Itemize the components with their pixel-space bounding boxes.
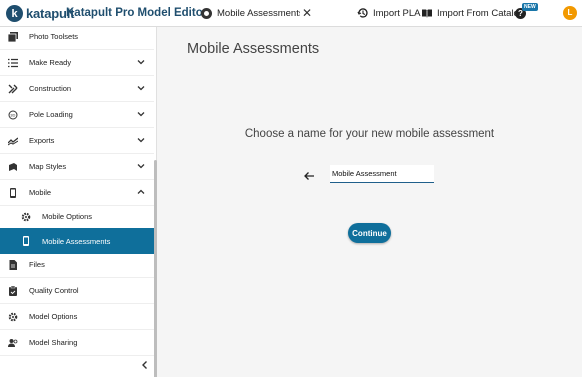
tools-icon (8, 84, 18, 94)
sidebar-item-label: Map Styles (29, 162, 67, 171)
import-icon (357, 7, 369, 19)
katapult-logo-icon: k (6, 5, 23, 22)
sidebar-item-label: Make Ready (29, 58, 72, 67)
continue-button[interactable]: Continue (348, 223, 391, 243)
assessment-name-input[interactable] (330, 165, 434, 183)
sidebar-item-photo-toolsets[interactable]: Photo Toolsets (0, 24, 154, 50)
sidebar-item-label: Construction (29, 84, 72, 93)
name-prompt: Choose a name for your new mobile assess… (244, 128, 495, 140)
gear-icon (21, 212, 31, 222)
page-title: Mobile Assessments (187, 41, 320, 57)
sidebar-item-label: Mobile Assessments (42, 236, 111, 246)
sidebar-item-make-ready[interactable]: Make Ready (0, 50, 154, 76)
sidebar: Photo Toolsets Make Ready Construction 3… (0, 27, 157, 377)
chevron-down-icon[interactable] (136, 57, 146, 67)
sidebar-item-label: Quality Control (29, 286, 79, 295)
document-tab[interactable]: Mobile Assessments Do ✕ (201, 3, 312, 23)
chevron-down-icon[interactable] (136, 135, 146, 145)
sidebar-item-mobile-options[interactable]: Mobile Options (0, 204, 154, 230)
chevron-down-icon[interactable] (136, 161, 146, 171)
import-from-catalog-button[interactable]: Import From Catalog (421, 7, 524, 19)
chevron-up-icon[interactable] (136, 187, 146, 197)
phone-icon (8, 188, 18, 198)
file-icon (8, 260, 18, 270)
sidebar-item-mobile[interactable]: Mobile (0, 180, 154, 206)
top-bar: k katapult Katapult Pro Model Editor Mob… (0, 0, 582, 27)
sidebar-item-construction[interactable]: Construction (0, 76, 154, 102)
back-arrow-icon[interactable] (303, 170, 315, 182)
sidebar-item-map-styles[interactable]: Map Styles (0, 154, 154, 180)
new-badge: NEW (522, 3, 538, 11)
chevron-down-icon[interactable] (136, 83, 146, 93)
main-content: Mobile Assessments Choose a name for you… (157, 27, 582, 377)
sidebar-item-exports[interactable]: Exports (0, 128, 154, 154)
clipboard-icon (8, 286, 18, 296)
chevron-down-icon[interactable] (136, 109, 146, 119)
trending-icon (8, 136, 18, 146)
collapse-sidebar-icon[interactable] (139, 359, 151, 371)
app-title: Katapult Pro Model Editor (66, 7, 208, 19)
document-name: Mobile Assessments Do (217, 7, 300, 19)
layers-icon (8, 162, 18, 172)
sidebar-item-label: Mobile Options (42, 212, 93, 221)
sidebar-item-files[interactable]: Files (0, 252, 154, 278)
sidebar-item-label: Files (29, 260, 45, 269)
katapult-logo[interactable]: k katapult (6, 5, 74, 22)
gear-icon (8, 312, 18, 322)
list-icon (8, 58, 18, 68)
import-pla-label: Import PLA (373, 7, 421, 19)
sidebar-item-pole-loading[interactable]: 3D Pole Loading (0, 102, 154, 128)
sidebar-item-label: Model Sharing (29, 338, 78, 347)
close-icon[interactable]: ✕ (302, 7, 312, 19)
phone-icon (21, 236, 31, 246)
import-from-catalog-label: Import From Catalog (437, 7, 525, 19)
sidebar-item-label: Model Options (29, 312, 78, 321)
sidebar-item-quality-control[interactable]: Quality Control (0, 278, 154, 304)
sidebar-item-model-options[interactable]: Model Options (0, 304, 154, 330)
model-icon (201, 7, 212, 19)
people-icon (8, 338, 18, 348)
sidebar-item-model-sharing[interactable]: Model Sharing (0, 330, 154, 356)
photo-toolsets-icon (8, 32, 18, 42)
book-icon (421, 7, 433, 19)
sidebar-item-label: Pole Loading (29, 110, 73, 119)
sidebar-item-label: Photo Toolsets (29, 32, 79, 41)
sidebar-item-label: Mobile (29, 188, 52, 197)
import-pla-button[interactable]: Import PLA (357, 7, 421, 19)
3d-rotation-icon: 3D (8, 110, 18, 120)
sidebar-item-label: Exports (29, 136, 55, 145)
sidebar-item-mobile-assessments[interactable]: Mobile Assessments (0, 228, 154, 254)
svg-text:3D: 3D (10, 113, 15, 118)
avatar[interactable]: L (563, 6, 577, 20)
